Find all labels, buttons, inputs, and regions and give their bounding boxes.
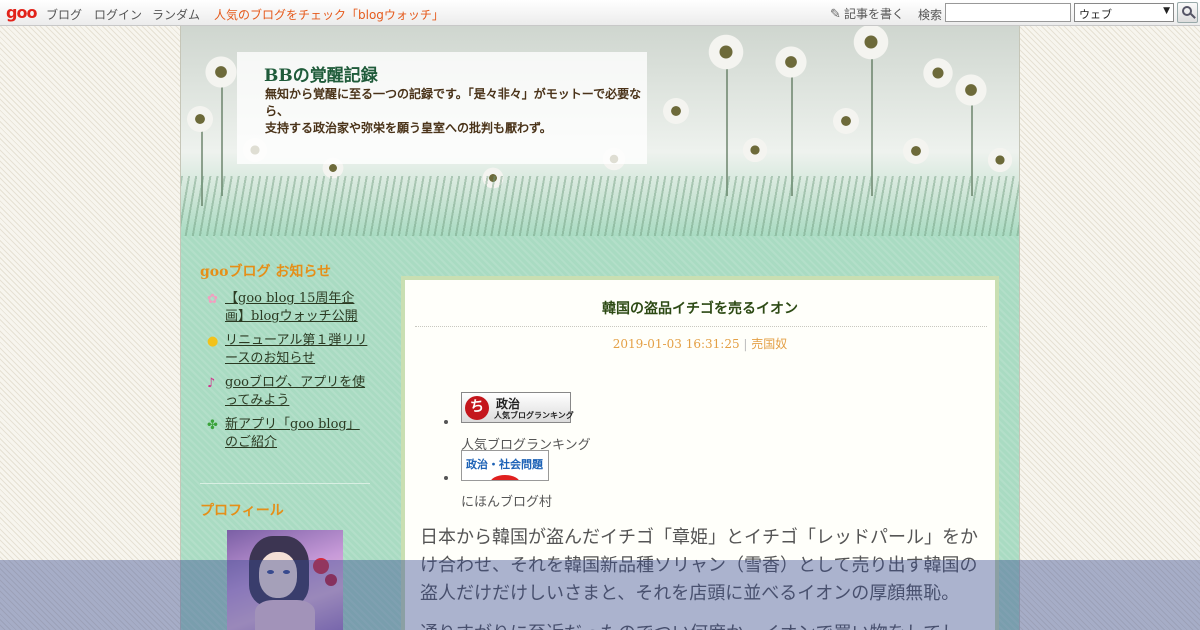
bottom-overlay — [0, 560, 1200, 630]
toolbar-link-random[interactable]: ランダム — [152, 6, 200, 23]
search-scope-select[interactable]: ウェブ ▼ — [1074, 3, 1174, 22]
daisy-decoration — [661, 96, 691, 126]
pencil-icon: ✎ — [830, 7, 841, 22]
goo-toolbar: goo ブログ ログイン ランダム 人気のブログをチェック「blogウォッチ」 … — [0, 0, 1200, 26]
blogmura-logo-icon — [490, 475, 520, 480]
daisy-decoration — [901, 136, 931, 166]
blogmura-banner[interactable]: 政治・社会問題 — [461, 450, 549, 481]
flower-icon: ✿ — [207, 292, 218, 307]
list-item: ● リニューアル第１弾リリースのお知らせ — [200, 332, 370, 368]
grass-decoration — [181, 176, 1019, 236]
daisy-decoration — [185, 104, 215, 134]
daisy-decoration — [773, 44, 809, 80]
news-link-blogwatch[interactable]: 【goo blog 15周年企画】blogウォッチ公開 — [225, 291, 358, 324]
news-link-app[interactable]: gooブログ、アプリを使ってみよう — [225, 375, 365, 408]
ranking-logo-icon: ち — [465, 396, 489, 420]
news-list: ✿ 【goo blog 15周年企画】blogウォッチ公開 ● リニューアル第１… — [200, 290, 370, 458]
sidebar-divider — [200, 483, 370, 484]
daisy-decoration — [986, 146, 1014, 174]
search-label: 検索 — [918, 8, 943, 22]
profile-heading: プロフィール — [200, 503, 284, 519]
daisy-decoration — [851, 26, 891, 62]
daisy-decoration — [706, 32, 746, 72]
ranking-banner-sub: 人気ブログランキング — [494, 411, 574, 420]
daisy-decoration — [831, 106, 861, 136]
search-button[interactable] — [1177, 2, 1198, 23]
list-item: ✤ 新アプリ「goo blog」のご紹介 — [200, 416, 370, 452]
toolbar-link-blog[interactable]: ブログ — [46, 6, 82, 23]
article-title-divider — [415, 326, 987, 327]
daisy-decoration — [741, 136, 769, 164]
blogmura-caption: にほんブログ村 — [461, 495, 553, 510]
write-article-label: 記事を書く — [844, 7, 905, 21]
search-input[interactable] — [945, 3, 1071, 22]
blogmura-banner-text: 政治・社会問題 — [466, 458, 543, 471]
list-item: ✿ 【goo blog 15周年企画】blogウォッチ公開 — [200, 290, 370, 326]
article-meta: 2019-01-03 16:31:25 | 売国奴 — [612, 337, 788, 351]
music-note-icon: ♪ — [207, 376, 216, 391]
chevron-down-icon: ▼ — [1163, 6, 1170, 16]
blog-description-line1: 無知から覚醒に至る一つの記録です。「是々非々」がモットーで必要なら、 — [265, 87, 642, 118]
goo-logo[interactable]: goo — [6, 3, 37, 22]
daisy-decoration — [953, 72, 989, 108]
news-link-new-app[interactable]: 新アプリ「goo blog」のご紹介 — [225, 417, 360, 450]
blog-description-line2: 支持する政治家や弥栄を願う皇室への批判も厭わず。 — [265, 121, 552, 135]
news-heading: gooブログ お知らせ — [200, 264, 332, 280]
daisy-decoration — [921, 56, 955, 90]
write-article-link[interactable]: ✎ 記事を書く — [830, 5, 904, 22]
list-item: ♪ gooブログ、アプリを使ってみよう — [200, 374, 370, 410]
search-scope-value: ウェブ — [1079, 8, 1112, 21]
toolbar-link-login[interactable]: ログイン — [94, 6, 142, 23]
lightbulb-icon: ● — [207, 334, 219, 349]
clover-icon: ✤ — [207, 418, 218, 433]
article-date: 2019-01-03 16:31:25 — [612, 337, 740, 351]
news-link-renewal[interactable]: リニューアル第１弾リリースのお知らせ — [225, 333, 367, 366]
blog-title[interactable]: BBの覚醒記録 — [264, 61, 378, 86]
blog-description: 無知から覚醒に至る一つの記録です。「是々非々」がモットーで必要なら、 支持する政… — [265, 86, 655, 137]
blog-watch-promo-link[interactable]: 人気のブログをチェック「blogウォッチ」 — [214, 6, 444, 23]
article-title[interactable]: 韓国の盗品イチゴを売るイオン — [405, 298, 995, 318]
list-bullet — [444, 476, 448, 480]
ranking-banner[interactable]: ち 政治 人気ブログランキング — [461, 392, 574, 423]
daisy-decoration — [203, 54, 239, 90]
article-category-link[interactable]: 売国奴 — [751, 337, 787, 351]
list-bullet — [444, 420, 448, 424]
